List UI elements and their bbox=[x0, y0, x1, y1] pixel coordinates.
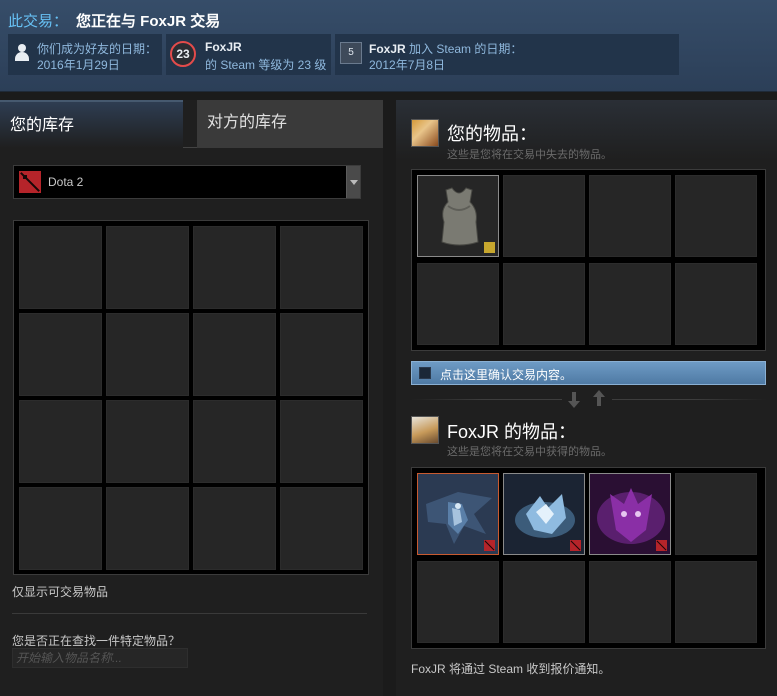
inventory-slot[interactable] bbox=[19, 226, 102, 309]
inventory-slot[interactable] bbox=[280, 226, 363, 309]
search-label: 您是否正在查找一件特定物品？ bbox=[12, 634, 181, 648]
inventory-slot[interactable] bbox=[193, 487, 276, 570]
inventory-slot[interactable] bbox=[106, 400, 189, 483]
offer-item-slot[interactable] bbox=[589, 263, 671, 345]
divider bbox=[12, 613, 367, 614]
dropdown-arrow-icon[interactable] bbox=[346, 166, 360, 198]
their-offer-grid bbox=[411, 467, 766, 649]
join-date: 2012年7月8日 bbox=[369, 58, 446, 72]
offer-item-slot[interactable] bbox=[417, 473, 499, 555]
steam-level-badge: 23 bbox=[170, 41, 196, 67]
inventory-slot[interactable] bbox=[19, 313, 102, 396]
trade-arrow-down-icon bbox=[568, 392, 580, 408]
inventory-slot[interactable] bbox=[106, 226, 189, 309]
partner-name[interactable]: FoxJR bbox=[205, 40, 242, 54]
offer-item-slot[interactable] bbox=[675, 263, 757, 345]
item-game-tag bbox=[570, 540, 581, 551]
inventory-slot[interactable] bbox=[280, 487, 363, 570]
inventory-slot[interactable] bbox=[280, 313, 363, 396]
steam-level-box: 23 FoxJR 的 Steam 等级为 23 级 bbox=[166, 34, 331, 75]
dota2-icon bbox=[19, 171, 41, 193]
trade-title: 此交易： 您正在与 FoxJR 交易 bbox=[8, 10, 220, 31]
item-search-input[interactable] bbox=[12, 648, 188, 668]
game-select-dropdown[interactable]: Dota 2 bbox=[13, 165, 361, 199]
person-icon bbox=[14, 44, 30, 62]
offer-item-slot[interactable] bbox=[589, 175, 671, 257]
inventory-slot[interactable] bbox=[193, 226, 276, 309]
join-line: FoxJR 加入 Steam 的日期： bbox=[369, 40, 522, 57]
friends-since-value: 2016年1月29日 bbox=[37, 58, 120, 72]
inventory-slot[interactable] bbox=[19, 487, 102, 570]
inventory-slot[interactable] bbox=[193, 400, 276, 483]
offer-item-slot[interactable] bbox=[503, 263, 585, 345]
tab-your-inventory[interactable]: 您的库存 bbox=[0, 100, 183, 148]
their-items-title: FoxJR 的物品： bbox=[447, 422, 577, 442]
join-partner-name: FoxJR bbox=[369, 42, 406, 56]
offer-item-slot[interactable] bbox=[675, 175, 757, 257]
confirm-trade-text: 点击这里确认交易内容。 bbox=[440, 368, 573, 382]
trade-arrow-up-icon bbox=[593, 390, 605, 406]
offer-item-slot[interactable] bbox=[589, 561, 671, 643]
item-rarity-tag bbox=[484, 242, 495, 253]
inventory-slot[interactable] bbox=[280, 400, 363, 483]
item-game-tag bbox=[656, 540, 667, 551]
inventory-slot[interactable] bbox=[193, 313, 276, 396]
join-text: 加入 Steam 的日期： bbox=[405, 42, 523, 56]
item-game-tag bbox=[484, 540, 495, 551]
steam-level-text: 的 Steam 等级为 23 级 bbox=[205, 58, 327, 72]
trade-offer-panel: 您的物品： 这些是您将在交易中失去的物品。 点击这里确认交易内容。 FoxJR … bbox=[396, 100, 777, 696]
offer-item-slot[interactable] bbox=[589, 473, 671, 555]
offer-item-slot[interactable] bbox=[417, 561, 499, 643]
tradable-only-toggle[interactable]: 仅显示可交易物品 bbox=[12, 583, 108, 600]
offer-item-slot[interactable] bbox=[417, 263, 499, 345]
tab-divider bbox=[183, 147, 197, 148]
friends-since-box: 你们成为好友的日期： 2016年1月29日 bbox=[8, 34, 162, 75]
offer-item-slot[interactable] bbox=[417, 175, 499, 257]
inventory-slot[interactable] bbox=[19, 400, 102, 483]
confirm-checkbox[interactable] bbox=[419, 367, 431, 379]
inventory-slot[interactable] bbox=[106, 313, 189, 396]
offer-item-slot[interactable] bbox=[675, 473, 757, 555]
partner-avatar[interactable] bbox=[411, 416, 439, 444]
tab-their-inventory[interactable]: 对方的库存 bbox=[197, 100, 383, 148]
offer-item-slot[interactable] bbox=[503, 175, 585, 257]
your-offer-grid bbox=[411, 169, 766, 351]
inventory-slot[interactable] bbox=[106, 487, 189, 570]
steam-years-badge: 5 bbox=[340, 42, 362, 64]
my-avatar bbox=[411, 119, 439, 147]
trade-label: 此交易： bbox=[8, 13, 69, 30]
confirm-trade-bar[interactable]: 点击这里确认交易内容。 bbox=[411, 361, 766, 385]
notify-text: FoxJR 将通过 Steam 收到报价通知。 bbox=[411, 662, 611, 676]
offer-item-slot[interactable] bbox=[675, 561, 757, 643]
game-select-value: Dota 2 bbox=[48, 175, 84, 189]
trade-partner-title: 您正在与 FoxJR 交易 bbox=[76, 13, 221, 30]
your-items-subtitle: 这些是您将在交易中失去的物品。 bbox=[447, 149, 612, 161]
trade-arrows bbox=[562, 390, 612, 410]
your-items-title: 您的物品： bbox=[447, 124, 537, 144]
trade-header: 此交易： 您正在与 FoxJR 交易 你们成为好友的日期： 2016年1月29日 … bbox=[0, 0, 777, 92]
inventory-panel: 您的库存 对方的库存 Dota 2 仅显示可交易物品 您是否正在查找一件特定物品… bbox=[0, 100, 383, 696]
their-items-subtitle: 这些是您将在交易中获得的物品。 bbox=[447, 446, 612, 458]
offer-item-slot[interactable] bbox=[503, 473, 585, 555]
inventory-grid bbox=[13, 220, 369, 575]
friends-since-label: 你们成为好友的日期： bbox=[37, 42, 158, 56]
offer-item-slot[interactable] bbox=[503, 561, 585, 643]
steam-join-box: 5 FoxJR 加入 Steam 的日期： 2012年7月8日 bbox=[335, 34, 679, 75]
